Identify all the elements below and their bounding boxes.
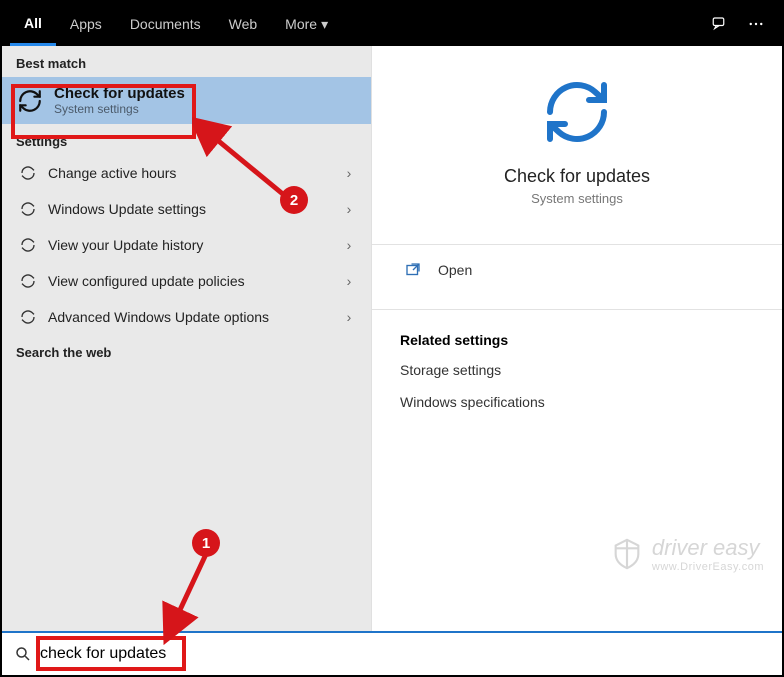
details-hero: Check for updates System settings: [400, 66, 754, 230]
settings-item-windows-update-settings[interactable]: Windows Update settings ›: [2, 191, 371, 227]
details-title: Check for updates: [504, 166, 650, 187]
results-body: Best match Check for updates System sett…: [2, 46, 782, 631]
details-pane: Check for updates System settings Open R…: [372, 46, 782, 631]
sync-icon: [16, 309, 40, 325]
tab-more[interactable]: More ▾: [271, 2, 342, 46]
divider: [372, 309, 782, 310]
sync-icon: [16, 165, 40, 181]
watermark-url: www.DriverEasy.com: [652, 561, 764, 573]
related-storage-settings[interactable]: Storage settings: [400, 348, 754, 380]
results-left-column: Best match Check for updates System sett…: [2, 46, 372, 631]
chevron-down-icon: ▾: [321, 16, 328, 33]
tab-all[interactable]: All: [10, 2, 56, 46]
watermark-brand: driver easy: [652, 535, 760, 560]
sync-icon: [16, 273, 40, 289]
best-match-subtitle: System settings: [54, 102, 185, 116]
settings-item-label: Windows Update settings: [40, 201, 341, 217]
action-open-label: Open: [426, 262, 472, 278]
feedback-icon[interactable]: [702, 15, 738, 33]
chevron-right-icon: ›: [341, 165, 357, 181]
best-match-title: Check for updates: [54, 85, 185, 102]
tab-web[interactable]: Web: [215, 2, 272, 46]
chevron-right-icon: ›: [341, 237, 357, 253]
search-icon: [12, 645, 34, 663]
related-windows-specs[interactable]: Windows specifications: [400, 380, 754, 412]
settings-item-label: Advanced Windows Update options: [40, 309, 341, 325]
best-match-result[interactable]: Check for updates System settings: [2, 77, 371, 124]
sync-icon: [16, 87, 44, 115]
best-match-header: Best match: [2, 46, 371, 77]
window-frame: All Apps Documents Web More ▾ Best match…: [0, 0, 784, 677]
sync-icon: [16, 201, 40, 217]
watermark: driver easy www.DriverEasy.com: [610, 535, 764, 573]
search-scope-tabs: All Apps Documents Web More ▾: [2, 2, 782, 46]
settings-item-view-update-history[interactable]: View your Update history ›: [2, 227, 371, 263]
settings-item-advanced-update-options[interactable]: Advanced Windows Update options ›: [2, 299, 371, 335]
search-bar[interactable]: [2, 631, 782, 675]
chevron-right-icon: ›: [341, 273, 357, 289]
search-the-web-header: Search the web: [2, 335, 371, 366]
open-icon: [404, 261, 426, 279]
tab-documents[interactable]: Documents: [116, 2, 215, 46]
settings-item-label: View configured update policies: [40, 273, 341, 289]
action-open[interactable]: Open: [400, 245, 754, 295]
details-subtitle: System settings: [531, 191, 623, 206]
tab-apps[interactable]: Apps: [56, 2, 116, 46]
settings-item-change-active-hours[interactable]: Change active hours ›: [2, 155, 371, 191]
best-match-text: Check for updates System settings: [54, 85, 185, 116]
settings-header: Settings: [2, 124, 371, 155]
sync-large-icon: [541, 76, 613, 148]
settings-item-view-configured-policies[interactable]: View configured update policies ›: [2, 263, 371, 299]
tab-more-label: More: [285, 16, 317, 32]
related-settings-header: Related settings: [400, 332, 754, 348]
sync-icon: [16, 237, 40, 253]
chevron-right-icon: ›: [341, 201, 357, 217]
chevron-right-icon: ›: [341, 309, 357, 325]
search-input[interactable]: [34, 641, 772, 667]
more-options-icon[interactable]: [738, 15, 774, 33]
settings-item-label: Change active hours: [40, 165, 341, 181]
settings-item-label: View your Update history: [40, 237, 341, 253]
